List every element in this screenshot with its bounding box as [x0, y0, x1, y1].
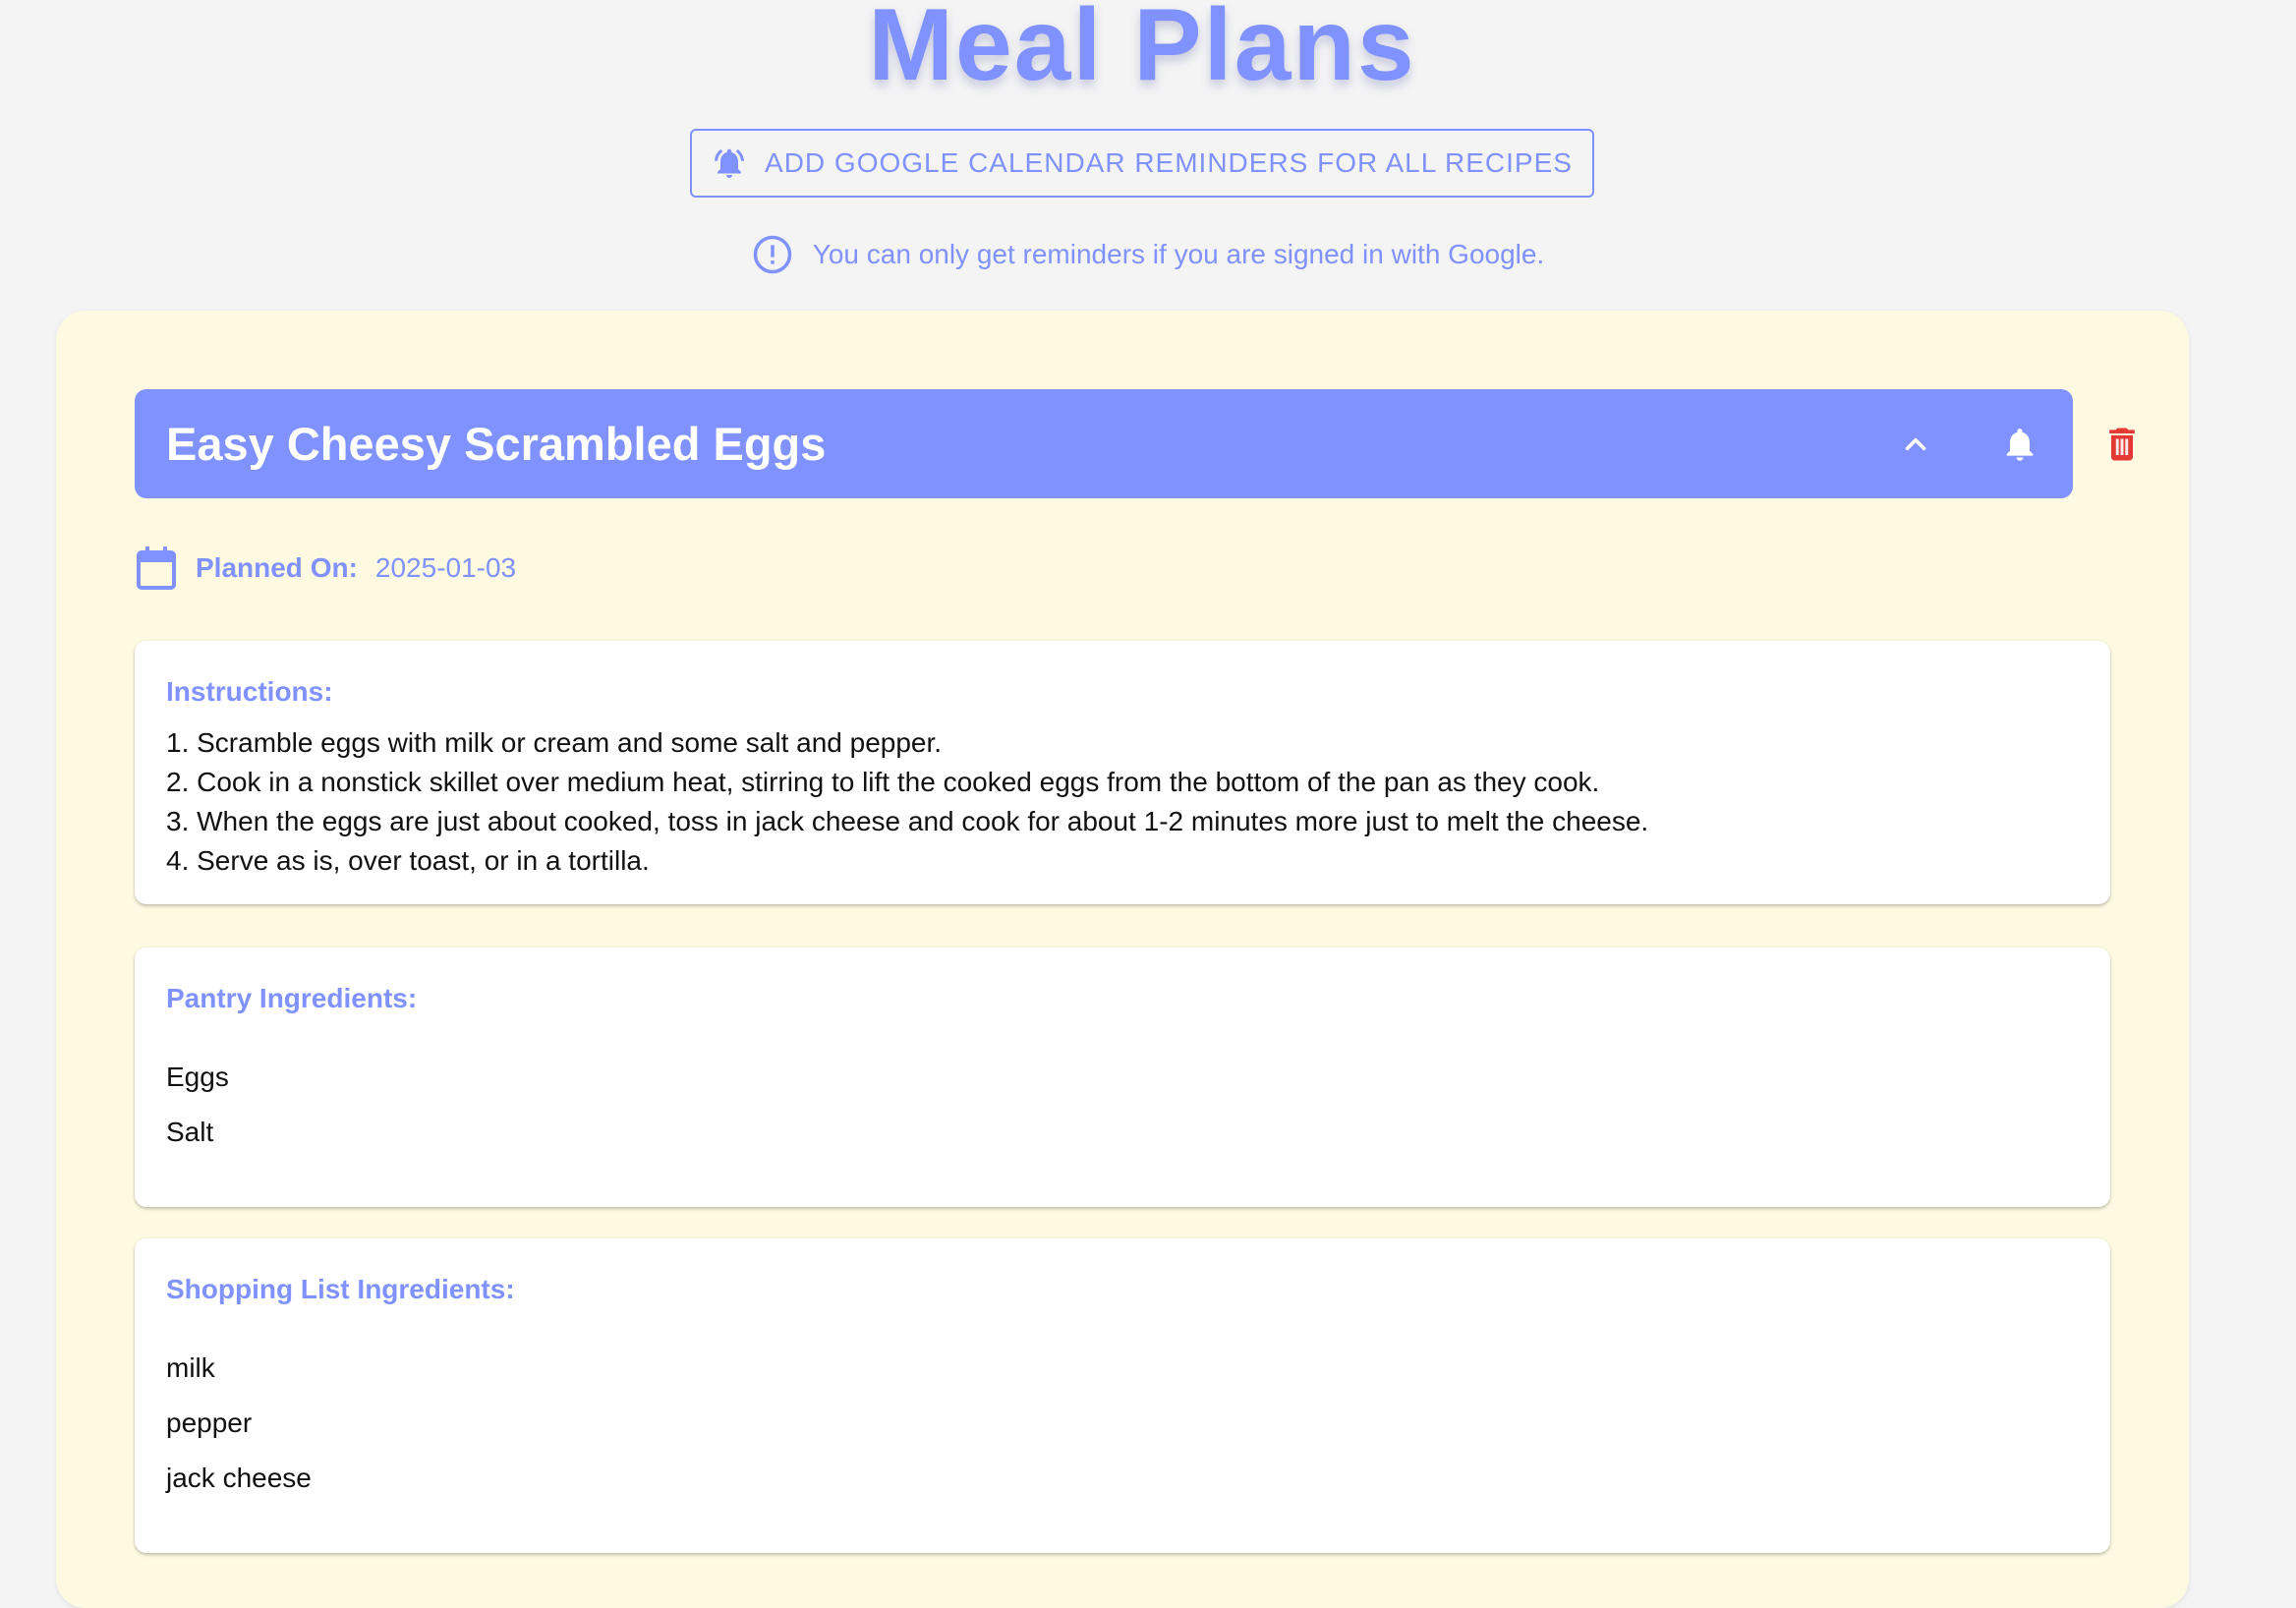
instruction-step: 2. Cook in a nonstick skillet over mediu… [166, 767, 1600, 797]
list-item: Eggs [166, 1062, 229, 1092]
bell-icon [2000, 425, 2039, 464]
collapse-button[interactable] [1886, 415, 1945, 474]
planned-label: Planned On: [196, 552, 358, 583]
pantry-heading: Pantry Ingredients: [166, 983, 418, 1013]
instruction-step: 4. Serve as is, over toast, or in a tort… [166, 845, 650, 876]
instruction-step: 1. Scramble eggs with milk or cream and … [166, 727, 943, 758]
shopping-heading: Shopping List Ingredients: [166, 1274, 515, 1304]
alarm-bell-icon [712, 145, 747, 181]
info-circle-icon [752, 234, 793, 275]
instructions-heading: Instructions: [166, 676, 333, 707]
meal-plan-panel: Easy Cheesy Scrambled Eggs Planned On: 2… [56, 311, 2189, 1608]
planned-date: 2025-01-03 [374, 552, 517, 583]
shopping-ingredients-list: milk pepper jack cheese [166, 1341, 312, 1506]
shopping-ingredients-card: Shopping List Ingredients: milk pepper j… [135, 1238, 2110, 1553]
signin-note-text: You can only get reminders if you are si… [812, 239, 1545, 269]
delete-button[interactable] [2093, 415, 2152, 474]
add-calendar-reminders-button[interactable]: ADD GOOGLE CALENDAR REMINDERS FOR ALL RE… [690, 129, 1594, 198]
calendar-icon [135, 545, 178, 592]
recipe-title: Easy Cheesy Scrambled Eggs [166, 418, 827, 470]
reminder-button[interactable] [1990, 415, 2049, 474]
instructions-card: Instructions: 1. Scramble eggs with milk… [135, 641, 2110, 904]
pantry-ingredients-card: Pantry Ingredients: Eggs Salt [135, 948, 2110, 1207]
recipe-header[interactable]: Easy Cheesy Scrambled Eggs [135, 389, 2135, 498]
instructions-list: 1. Scramble eggs with milk or cream and … [166, 723, 1648, 881]
list-item: jack cheese [166, 1463, 312, 1493]
signin-note: You can only get reminders if you are si… [0, 234, 2296, 275]
list-item: pepper [166, 1407, 253, 1438]
list-item: milk [166, 1352, 215, 1383]
add-calendar-reminders-label: ADD GOOGLE CALENDAR REMINDERS FOR ALL RE… [765, 147, 1573, 178]
instruction-step: 3. When the eggs are just about cooked, … [166, 806, 1649, 836]
chevron-up-icon [1899, 428, 1932, 461]
page-title: Meal Plans [868, 0, 1416, 102]
pantry-ingredients-list: Eggs Salt [166, 1050, 229, 1160]
list-item: Salt [166, 1117, 214, 1147]
trash-icon [2100, 423, 2144, 466]
planned-date-row: Planned On: 2025-01-03 [135, 545, 516, 592]
